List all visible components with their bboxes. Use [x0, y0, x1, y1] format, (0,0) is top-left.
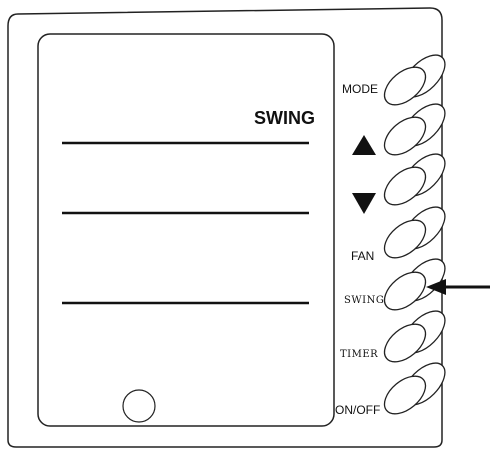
up-triangle-icon — [352, 135, 376, 155]
down-triangle-icon — [352, 193, 376, 214]
remote-control-diagram: SWING MODE FAN SWING TIMER ON/OFF — [7, 7, 490, 448]
button-up[interactable] — [352, 97, 452, 162]
button-onoff[interactable]: ON/OFF — [335, 356, 452, 421]
timer-label: TIMER — [340, 349, 378, 360]
onoff-label: ON/OFF — [335, 403, 380, 417]
remote-body — [7, 7, 443, 448]
swing-label: SWING — [344, 295, 384, 306]
sensor-circle — [122, 389, 156, 423]
mode-label: MODE — [342, 82, 378, 96]
button-timer[interactable]: TIMER — [340, 304, 452, 369]
fan-label: FAN — [351, 249, 374, 263]
display-swing-text: SWING — [254, 108, 315, 128]
button-down[interactable] — [352, 147, 452, 214]
button-mode[interactable]: MODE — [342, 48, 452, 112]
lcd-screen — [37, 33, 335, 427]
